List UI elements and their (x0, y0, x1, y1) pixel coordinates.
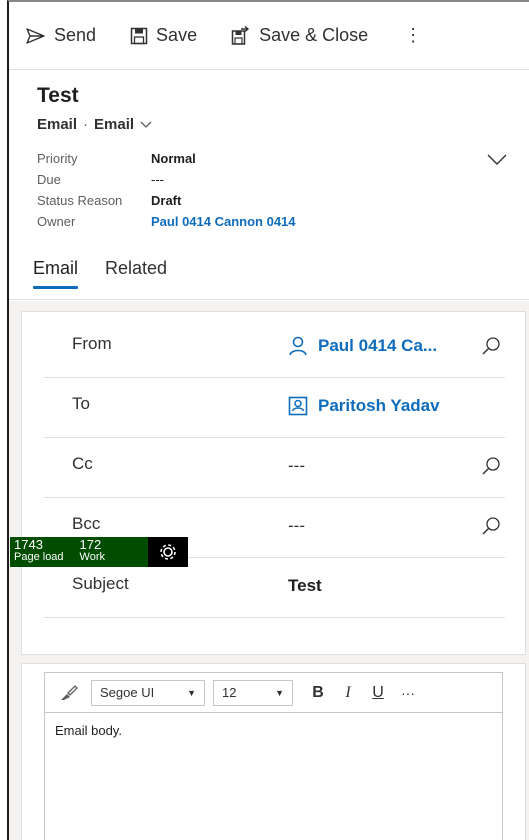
field-row-from: From Paul 0414 Ca... (44, 318, 505, 378)
more-format-button[interactable]: ··· (395, 685, 421, 701)
save-close-button[interactable]: Save & Close (231, 25, 368, 46)
bcc-value[interactable]: --- (288, 516, 305, 536)
entity-name: Email (37, 116, 78, 133)
tab-email[interactable]: Email (33, 258, 79, 289)
field-label: Due (37, 172, 61, 187)
separator: · (83, 116, 89, 133)
search-icon[interactable] (481, 336, 501, 356)
field-label: Owner (37, 214, 76, 229)
settings-gear-button[interactable] (148, 537, 188, 567)
form-selector[interactable]: Email (94, 116, 134, 133)
field-label: Status Reason (37, 193, 123, 208)
work-label: Work (79, 551, 106, 563)
email-section: From Paul 0414 Ca... To Paritosh Yadav C… (21, 311, 526, 655)
gear-icon (160, 544, 176, 560)
performance-overlay: 1743 Page load 172 Work (10, 537, 188, 567)
field-value: Draft (151, 193, 182, 208)
header-field-priority: Priority Normal (37, 148, 296, 169)
record-header: Test Email · Email Priority Normal Due -… (9, 70, 529, 300)
email-body-text[interactable]: Email body. (45, 713, 502, 748)
record-subtitle: Email · Email (37, 116, 152, 133)
field-value: Normal (151, 151, 196, 166)
cc-value[interactable]: --- (288, 456, 305, 476)
header-field-due: Due --- (37, 169, 296, 190)
search-icon[interactable] (481, 456, 501, 476)
send-button[interactable]: Send (26, 25, 96, 46)
field-row-to: To Paritosh Yadav (44, 378, 505, 438)
owner-link[interactable]: Paul 0414 Cannon 0414 (151, 214, 296, 229)
font-size-select[interactable]: 12 ▼ (213, 679, 293, 706)
from-lookup-value[interactable]: Paul 0414 Ca... (288, 336, 437, 356)
field-label: Subject (72, 574, 129, 593)
field-label: From (72, 334, 112, 353)
command-bar: Send Save Save & Close ⋮ (9, 2, 529, 70)
save-close-label: Save & Close (259, 25, 369, 45)
page-load-value: 1743 (14, 537, 43, 552)
field-value: --- (151, 172, 164, 187)
lookup-text: Paul 0414 Ca... (318, 336, 438, 355)
save-button[interactable]: Save (130, 25, 197, 46)
format-painter-icon[interactable] (59, 684, 79, 702)
description-section: Segoe UI ▼ 12 ▼ B I U ··· Email body. (21, 663, 526, 840)
user-icon (289, 336, 307, 356)
bold-button[interactable]: B (305, 684, 331, 702)
field-label: To (72, 394, 90, 413)
header-field-status-reason: Status Reason Draft (37, 190, 296, 211)
save-close-icon (231, 25, 250, 45)
work-value: 172 (79, 537, 102, 552)
to-lookup-value[interactable]: Paritosh Yadav (288, 396, 440, 416)
caret-down-icon: ▼ (275, 687, 284, 698)
send-icon (26, 27, 45, 44)
field-label: Priority (37, 151, 78, 166)
editor-toolbar: Segoe UI ▼ 12 ▼ B I U ··· (45, 673, 502, 713)
field-label: Cc (72, 454, 93, 473)
form-body: From Paul 0414 Ca... To Paritosh Yadav C… (9, 301, 529, 840)
field-label: Bcc (72, 514, 101, 533)
page-load-label: Page load (14, 551, 64, 563)
font-size-value: 12 (222, 685, 237, 700)
header-fields: Priority Normal Due --- Status Reason Dr… (37, 148, 296, 232)
lookup-text: Paritosh Yadav (318, 396, 440, 415)
rich-text-editor: Segoe UI ▼ 12 ▼ B I U ··· Email body. (44, 672, 503, 840)
subject-input[interactable]: Test (288, 576, 322, 596)
expand-header-icon[interactable] (487, 154, 507, 166)
font-family-value: Segoe UI (100, 685, 155, 700)
field-row-cc: Cc --- (44, 438, 505, 498)
record-title: Test (37, 84, 79, 107)
send-label: Send (54, 25, 97, 45)
field-row-subject: Subject Test (44, 558, 505, 618)
font-family-select[interactable]: Segoe UI ▼ (91, 679, 205, 706)
contact-icon (288, 396, 308, 416)
app-frame: Send Save Save & Close ⋮ Test Email · Em… (7, 0, 529, 840)
tab-list: Email Related (33, 258, 194, 289)
save-label: Save (156, 25, 198, 45)
save-icon (130, 27, 148, 44)
caret-down-icon: ▼ (187, 687, 196, 698)
chevron-down-icon[interactable] (140, 121, 152, 129)
tab-related[interactable]: Related (105, 258, 167, 289)
page-load-metric: 1743 Page load (10, 537, 68, 567)
more-commands-button[interactable]: ⋮ (404, 25, 422, 46)
underline-button[interactable]: U (365, 684, 391, 702)
work-metric: 172 Work (68, 537, 109, 567)
search-icon[interactable] (481, 516, 501, 536)
italic-button[interactable]: I (335, 684, 361, 702)
header-field-owner: Owner Paul 0414 Cannon 0414 (37, 211, 296, 232)
